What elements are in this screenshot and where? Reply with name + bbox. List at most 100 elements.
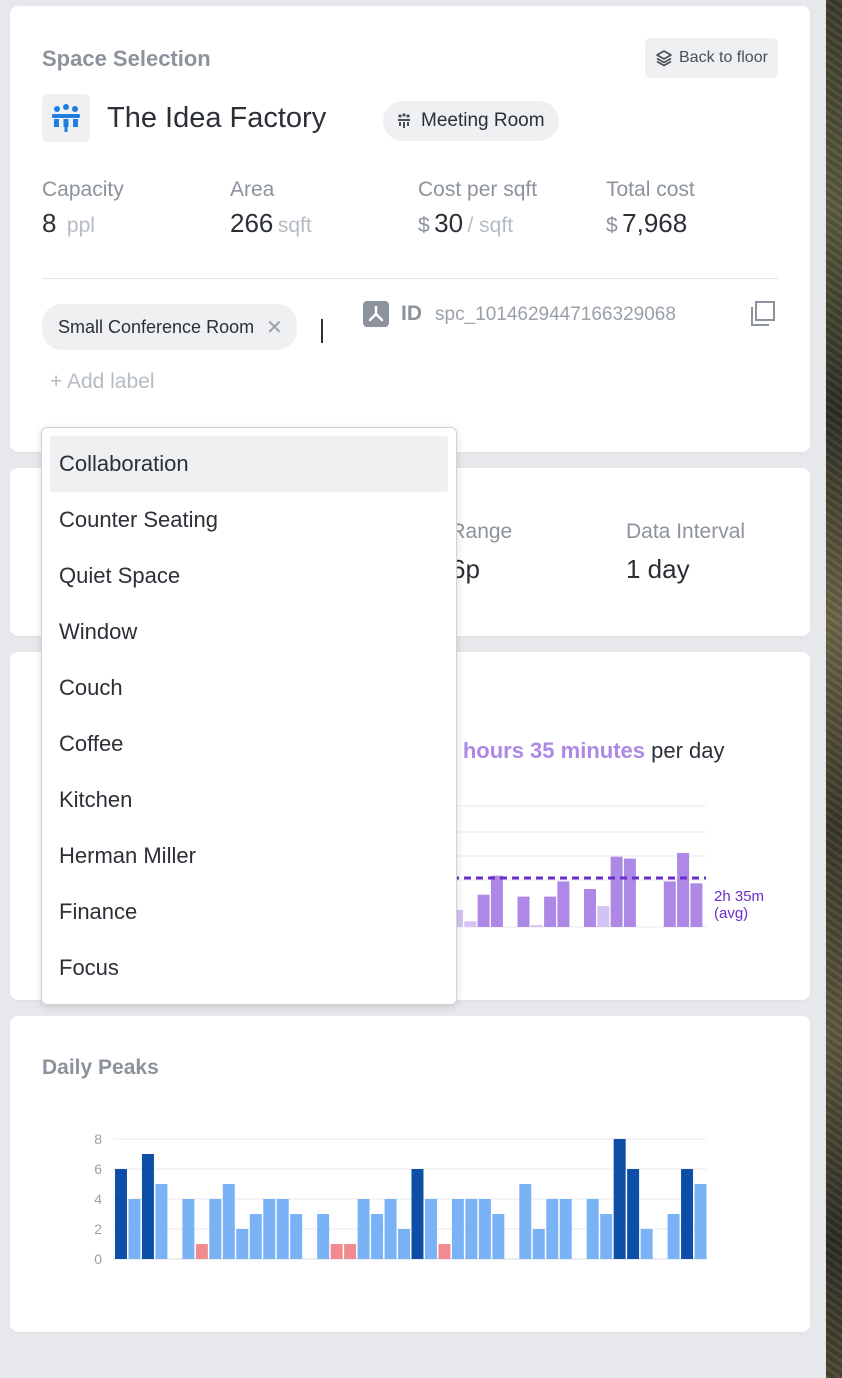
usage-bar xyxy=(690,883,703,927)
stat-capacity: Capacity 8 ppl xyxy=(42,178,124,239)
average-label-2: (avg) xyxy=(714,905,748,922)
peak-bar xyxy=(276,1199,289,1259)
usage-bar xyxy=(623,858,636,927)
peak-bar xyxy=(532,1229,545,1259)
space-selection-card: Space Selection Back to floor The Idea F… xyxy=(10,6,810,452)
usage-summary: of 2 hours 35 minutes per day xyxy=(420,738,725,764)
id-value: spc_1014629447166329068 xyxy=(435,304,676,325)
average-label-1: 2h 35m xyxy=(714,888,764,905)
stat-total-cost: Total cost $ 7,968 xyxy=(606,178,695,239)
dropdown-option-herman-miller[interactable]: Herman Miller xyxy=(50,828,448,884)
data-interval-label: Data Interval xyxy=(626,520,746,543)
peak-bar xyxy=(627,1169,640,1259)
peak-bar xyxy=(263,1199,276,1259)
space-type-label: Meeting Room xyxy=(421,110,545,131)
usage-bar xyxy=(597,906,610,927)
usage-bar xyxy=(464,921,477,927)
usage-bar xyxy=(477,894,490,927)
space-name: The Idea Factory xyxy=(107,102,327,134)
peak-bar xyxy=(559,1199,572,1259)
dropdown-option-coffee[interactable]: Coffee xyxy=(50,716,448,772)
data-interval: Data Interval 1 day xyxy=(626,520,745,585)
copy-icon[interactable] xyxy=(748,300,776,328)
dropdown-option-counter-seating[interactable]: Counter Seating xyxy=(50,492,448,548)
dropdown-option-couch[interactable]: Couch xyxy=(50,660,448,716)
usage-bar xyxy=(610,856,623,927)
y-tick-label: 0 xyxy=(94,1251,102,1267)
dropdown-option-focus[interactable]: Focus xyxy=(50,940,448,996)
peak-bar xyxy=(330,1244,343,1259)
stat-area: Area 266 sqft xyxy=(230,178,312,239)
usage-bar xyxy=(490,875,503,927)
peak-bar xyxy=(586,1199,599,1259)
dropdown-option-collaboration[interactable]: Collaboration xyxy=(50,436,448,492)
space-type-badge: Meeting Room xyxy=(383,101,559,141)
peak-bar xyxy=(478,1199,491,1259)
back-to-floor-button[interactable]: Back to floor xyxy=(645,38,778,78)
peak-bar xyxy=(371,1214,384,1259)
label-chip-text: Small Conference Room xyxy=(58,316,255,337)
peak-bar xyxy=(182,1199,195,1259)
stat-value: 30 xyxy=(434,208,464,238)
daily-peaks-title: Daily Peaks xyxy=(42,1056,159,1079)
peak-bar xyxy=(519,1184,532,1259)
usage-bar xyxy=(584,889,596,927)
peak-bar xyxy=(317,1214,330,1259)
dropdown-option-window[interactable]: Window xyxy=(50,604,448,660)
y-tick-label: 6 xyxy=(94,1161,102,1177)
add-label-link[interactable]: + Add label xyxy=(50,370,155,394)
dropdown-option-kitchen[interactable]: Kitchen xyxy=(50,772,448,828)
stat-unit: ppl xyxy=(66,214,95,237)
section-title: Space Selection xyxy=(42,46,211,71)
stat-unit: sqft xyxy=(277,214,312,237)
peak-bar xyxy=(411,1169,424,1259)
peak-bar xyxy=(155,1184,168,1259)
meeting-room-icon-tile xyxy=(42,94,90,142)
layers-icon xyxy=(656,50,672,67)
usage-summary-post: per day xyxy=(651,738,725,763)
stat-prefix: $ xyxy=(606,214,618,237)
usage-bar xyxy=(544,896,557,927)
y-tick-label: 8 xyxy=(94,1131,102,1147)
peak-bar xyxy=(236,1229,249,1259)
meeting-room-small-icon xyxy=(398,113,410,128)
data-interval-value: 1 day xyxy=(626,554,690,584)
dropdown-option-quiet-space[interactable]: Quiet Space xyxy=(50,548,448,604)
peak-bar xyxy=(344,1244,357,1259)
peak-bar xyxy=(667,1214,680,1259)
peak-bar xyxy=(492,1214,505,1259)
id-label: ID xyxy=(401,302,422,325)
peak-bar xyxy=(249,1214,262,1259)
peak-bar xyxy=(438,1244,451,1259)
stat-label: Area xyxy=(230,178,275,201)
stat-label: Capacity xyxy=(42,178,124,201)
peak-bar xyxy=(600,1214,613,1259)
dropdown-option-finance[interactable]: Finance xyxy=(50,884,448,940)
peak-bar xyxy=(195,1244,208,1259)
stat-prefix: $ xyxy=(418,214,430,237)
stat-cost-per-sqft: Cost per sqft $ 30 / sqft xyxy=(418,178,537,239)
peak-bar xyxy=(115,1169,127,1259)
peak-bar xyxy=(384,1199,397,1259)
label-dropdown-menu: Collaboration Counter Seating Quiet Spac… xyxy=(41,427,457,1005)
peak-bar xyxy=(290,1214,303,1259)
peak-bar xyxy=(465,1199,478,1259)
back-to-floor-label: Back to floor xyxy=(679,49,768,66)
space-id-icon xyxy=(363,301,389,327)
stat-value: 8 xyxy=(42,208,57,238)
usage-bar xyxy=(663,881,676,927)
stat-value: 7,968 xyxy=(622,208,688,238)
peak-bar xyxy=(424,1199,437,1259)
label-chip: Small Conference Room ✕ xyxy=(42,304,297,350)
usage-bar xyxy=(557,881,570,927)
stat-label: Total cost xyxy=(606,178,695,201)
peak-bar xyxy=(398,1229,410,1259)
peak-bar xyxy=(222,1184,235,1259)
peak-bar xyxy=(209,1199,222,1259)
usage-bar xyxy=(517,896,530,927)
peak-bar xyxy=(640,1229,653,1259)
stat-label: Cost per sqft xyxy=(418,178,538,201)
usage-bar xyxy=(530,925,543,927)
stat-unit: / sqft xyxy=(467,214,514,237)
remove-label-icon[interactable]: ✕ xyxy=(266,315,283,340)
